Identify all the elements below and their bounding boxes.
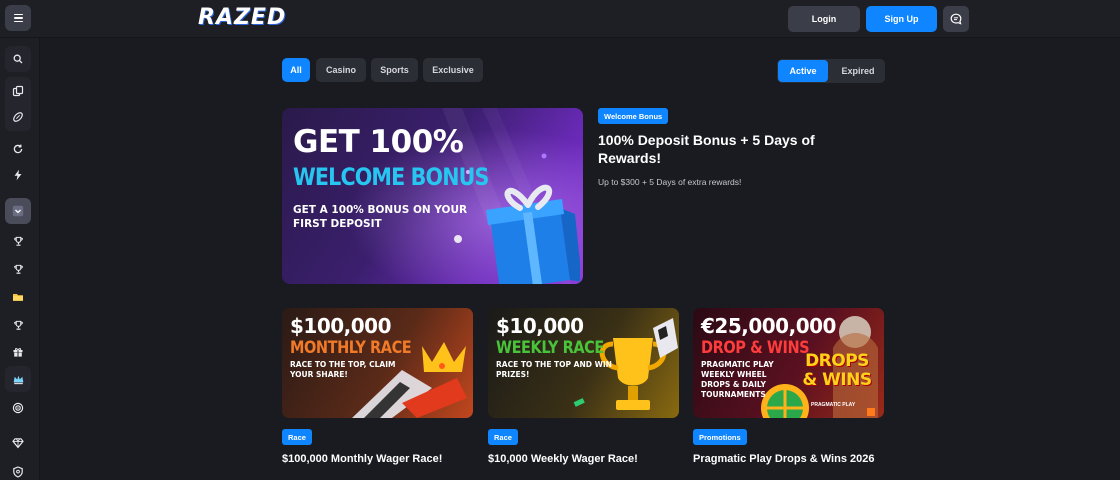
sidebar-item-fast[interactable] [5, 162, 31, 188]
sidebar [0, 38, 40, 480]
menu-icon-line [13, 13, 23, 16]
football-icon [13, 112, 23, 122]
chat-icon [950, 13, 962, 25]
banner-subheadline: WELCOME BONUS [293, 163, 489, 191]
gift-box-illustration [486, 184, 580, 284]
promo-title[interactable]: 100% Deposit Bonus + 5 Days of Rewards! [598, 131, 858, 167]
gift-icon [13, 348, 23, 357]
filter-chip-sports[interactable]: Sports [371, 58, 418, 82]
diamond-icon [12, 438, 24, 449]
status-toggle: Active Expired [777, 59, 885, 83]
card-amount: €25,000,000 [701, 314, 836, 338]
card-title[interactable]: $10,000 Weekly Wager Race! [488, 453, 638, 465]
card-description: PRAGMATIC PLAY WEEKLY WHEEL DROPS & DAIL… [701, 360, 774, 399]
card-description: RACE TO THE TOP AND WIN PRIZES! [496, 360, 612, 379]
card-headline: MONTHLY RACE [290, 338, 412, 357]
sidebar-item-vip[interactable] [5, 366, 31, 392]
pragmatic-play-brand: PRAGMATIC PLAY [811, 402, 856, 408]
card-amount: $10,000 [496, 314, 584, 338]
card-description: RACE TO THE TOP, CLAIM YOUR SHARE! [290, 360, 396, 379]
banner-tagline: GET A 100% BONUS ON YOUR FIRST DEPOSIT [293, 204, 468, 230]
trophy-icon [13, 320, 23, 330]
card-title[interactable]: $100,000 Monthly Wager Race! [282, 453, 442, 465]
sidebar-item-recent[interactable] [5, 136, 31, 162]
card-amount: $100,000 [290, 314, 392, 338]
promo-card-monthly-race[interactable]: $100,000 MONTHLY RACE RACE TO THE TOP, C… [282, 308, 473, 418]
sidebar-item-vip-club[interactable] [5, 430, 31, 456]
trophy-icon [13, 236, 23, 246]
sidebar-item-folder[interactable] [5, 284, 31, 310]
promo-card-drops-wins[interactable]: €25,000,000 DROP & WINS PRAGMATIC PLAY W… [693, 308, 884, 418]
top-bar: RAZED Login Sign Up [0, 0, 1120, 38]
refresh-icon [13, 144, 23, 154]
sidebar-item-trophy-3[interactable] [5, 312, 31, 338]
folder-icon [13, 294, 23, 301]
status-active-button[interactable]: Active [778, 60, 828, 82]
sidebar-item-trophy-1[interactable] [5, 228, 31, 254]
signup-button[interactable]: Sign Up [866, 6, 937, 32]
banner-headline: GET 100% [293, 124, 464, 160]
chevron-down-icon [12, 205, 24, 217]
sidebar-item-expand[interactable] [5, 198, 31, 224]
sidebar-item-target[interactable] [5, 395, 31, 421]
site-logo[interactable]: RAZED [198, 5, 286, 30]
chat-button[interactable] [943, 6, 969, 32]
card-category-badge: Race [282, 429, 312, 445]
shield-icon [13, 466, 23, 478]
sidebar-search-button[interactable] [5, 46, 31, 72]
filter-chip-all[interactable]: All [282, 58, 310, 82]
target-icon [12, 402, 24, 414]
search-icon [13, 54, 23, 64]
sidebar-item-promotions[interactable] [5, 339, 31, 365]
menu-icon-line [13, 17, 23, 19]
login-button[interactable]: Login [788, 6, 860, 32]
promo-card-weekly-race[interactable]: $10,000 WEEKLY RACE RACE TO THE TOP AND … [488, 308, 679, 418]
promo-category-badge: Welcome Bonus [598, 108, 669, 124]
menu-icon-line [13, 20, 23, 23]
card-category-badge: Promotions [693, 429, 747, 445]
filter-chip-exclusive[interactable]: Exclusive [423, 58, 483, 82]
drops-wins-logo: DROPS & WINS [802, 351, 872, 390]
hamburger-menu-button[interactable] [5, 5, 31, 31]
filter-chip-casino[interactable]: Casino [316, 58, 366, 82]
sidebar-item-sports[interactable] [5, 104, 31, 130]
card-headline: WEEKLY RACE [496, 338, 604, 357]
welcome-bonus-banner[interactable]: GET 100% WELCOME BONUS GET A 100% BONUS … [282, 108, 583, 284]
promo-subtitle: Up to $300 + 5 Days of extra rewards! [598, 177, 742, 187]
crown-icon [13, 375, 23, 384]
card-headline: DROP & WINS [701, 338, 810, 357]
trophy-icon [13, 264, 23, 274]
sidebar-item-casino[interactable] [5, 78, 31, 104]
card-title[interactable]: Pragmatic Play Drops & Wins 2026 [693, 453, 874, 465]
sidebar-item-responsible[interactable] [5, 459, 31, 480]
sidebar-item-trophy-2[interactable] [5, 256, 31, 282]
casino-chip-icon [12, 85, 24, 97]
lightning-icon [14, 169, 22, 181]
status-expired-button[interactable]: Expired [832, 60, 884, 82]
card-category-badge: Race [488, 429, 518, 445]
